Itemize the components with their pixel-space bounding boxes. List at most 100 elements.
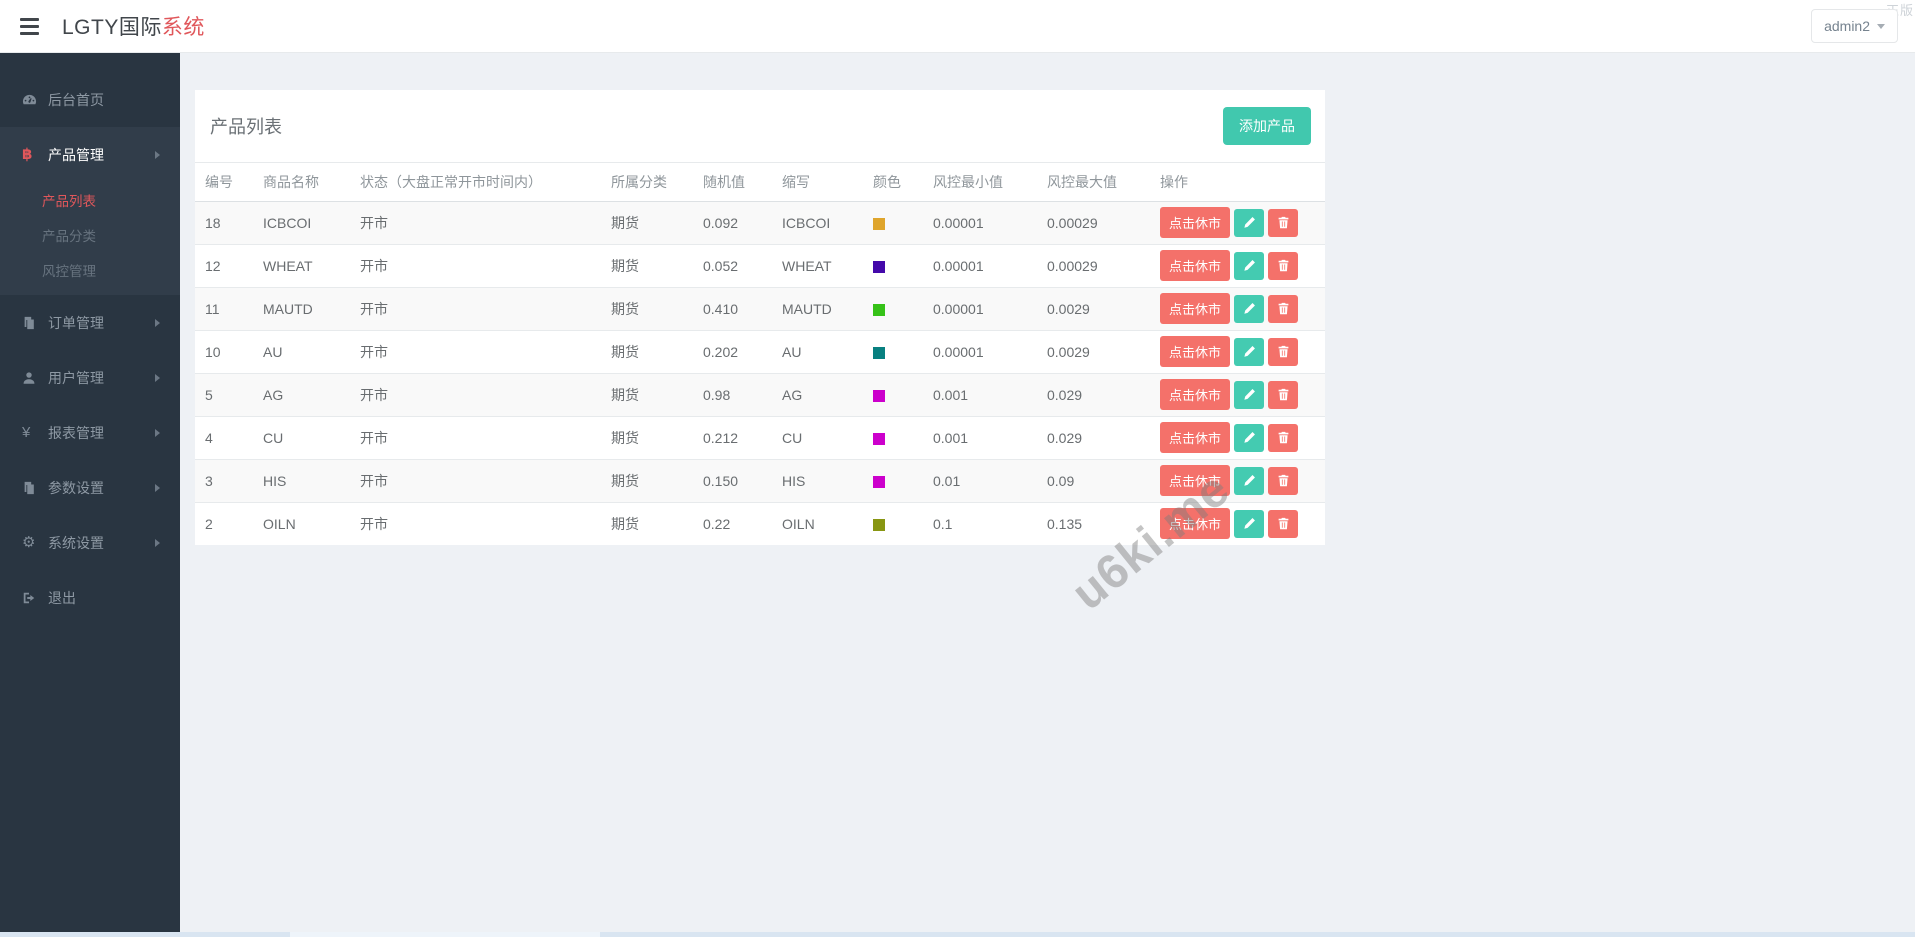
sidebar-item-logout[interactable]: 退出 [0,570,180,625]
close-market-button[interactable]: 点击休市 [1160,293,1230,324]
col-header-status: 状态（大盘正常开市时间内） [350,163,601,201]
pencil-icon [1243,388,1256,401]
add-product-button[interactable]: 添加产品 [1223,107,1311,145]
cell-category: 期货 [601,373,693,416]
cell-risk-min: 0.001 [923,373,1037,416]
close-market-button[interactable]: 点击休市 [1160,207,1230,238]
cell-risk-max: 0.0029 [1037,330,1150,373]
sidebar-item-parameters[interactable]: 参数设置 [0,460,180,515]
sidebar-subitem-product-category[interactable]: 产品分类 [0,217,180,252]
color-swatch [873,476,885,488]
edit-button[interactable] [1234,381,1264,409]
cell-actions: 点击休市 [1150,330,1325,373]
user-name: admin2 [1824,18,1870,34]
sidebar-subitem-product-list[interactable]: 产品列表 [0,182,180,217]
cell-abbr: OILN [772,502,863,545]
edit-button[interactable] [1234,295,1264,323]
delete-button[interactable] [1268,424,1298,452]
edit-button[interactable] [1234,424,1264,452]
sidebar-subitem-risk-management[interactable]: 风控管理 [0,252,180,287]
trash-icon [1277,216,1290,229]
pencil-icon [1243,345,1256,358]
close-market-button[interactable]: 点击休市 [1160,379,1230,410]
sidebar-item-users[interactable]: 用户管理 [0,350,180,405]
delete-button[interactable] [1268,252,1298,280]
cell-random-value: 0.150 [693,459,772,502]
scrollbar-thumb[interactable] [290,932,600,937]
table-row: 10 AU 开市 期货 0.202 AU 0.00001 0.0029 点击休市 [195,330,1325,373]
cell-status: 开市 [350,244,601,287]
close-market-button[interactable]: 点击休市 [1160,422,1230,453]
cell-actions: 点击休市 [1150,244,1325,287]
trash-icon [1277,345,1290,358]
cell-id: 3 [195,459,253,502]
edit-button[interactable] [1234,252,1264,280]
bitcoin-icon: ฿ [22,147,48,162]
delete-button[interactable] [1268,209,1298,237]
cell-id: 12 [195,244,253,287]
sidebar-item-label: 后台首页 [48,90,104,110]
delete-button[interactable] [1268,381,1298,409]
top-header: LGTY国际系统 正版 admin2 [0,0,1915,53]
cell-risk-min: 0.00001 [923,330,1037,373]
main-content: 产品列表 添加产品 编号 商品名称 状态（大盘正常开市时间内） 所属分类 随机值 [180,53,1915,932]
sidebar-item-product-management[interactable]: ฿ 产品管理 [0,127,180,182]
cell-id: 5 [195,373,253,416]
cell-id: 4 [195,416,253,459]
cell-abbr: AG [772,373,863,416]
sidebar-subitem-label: 风控管理 [42,260,96,280]
trash-icon [1277,302,1290,315]
sidebar-item-orders[interactable]: 订单管理 [0,295,180,350]
cell-product-name: CU [253,416,350,459]
user-dropdown[interactable]: admin2 [1811,9,1898,43]
logo-text-primary: LGTY国际 [62,16,162,39]
cell-product-name: HIS [253,459,350,502]
delete-button[interactable] [1268,467,1298,495]
sidebar-toggle-icon[interactable] [14,11,54,41]
edit-button[interactable] [1234,510,1264,538]
cell-risk-max: 0.029 [1037,373,1150,416]
sidebar-item-system-settings[interactable]: ⚙ 系统设置 [0,515,180,570]
cell-risk-max: 0.135 [1037,502,1150,545]
col-header-category: 所属分类 [601,163,693,201]
yen-icon: ¥ [22,425,48,440]
cell-actions: 点击休市 [1150,416,1325,459]
close-market-button[interactable]: 点击休市 [1160,250,1230,281]
trash-icon [1277,388,1290,401]
sidebar-item-home[interactable]: 后台首页 [0,72,180,127]
horizontal-scrollbar[interactable] [0,932,1915,937]
color-swatch [873,347,885,359]
user-icon [22,371,48,385]
cell-status: 开市 [350,201,601,244]
delete-button[interactable] [1268,510,1298,538]
cell-abbr: ICBCOI [772,201,863,244]
table-row: 11 MAUTD 开市 期货 0.410 MAUTD 0.00001 0.002… [195,287,1325,330]
cell-abbr: MAUTD [772,287,863,330]
dashboard-icon [22,92,48,107]
cell-product-name: OILN [253,502,350,545]
page-title: 产品列表 [210,113,282,139]
cell-color [863,416,923,459]
sidebar-subitem-label: 产品列表 [42,190,96,210]
color-swatch [873,390,885,402]
edit-button[interactable] [1234,338,1264,366]
edit-button[interactable] [1234,209,1264,237]
chevron-right-icon [155,151,160,159]
col-header-name: 商品名称 [253,163,350,201]
table-row: 5 AG 开市 期货 0.98 AG 0.001 0.029 点击休市 [195,373,1325,416]
sidebar: 后台首页 ฿ 产品管理 产品列表 产品分类 风控管理 订单管理 [0,53,180,932]
chevron-right-icon [155,374,160,382]
sidebar-item-label: 订单管理 [48,313,104,333]
cell-random-value: 0.202 [693,330,772,373]
close-market-button[interactable]: 点击休市 [1160,336,1230,367]
close-market-button[interactable]: 点击休市 [1160,508,1230,539]
edit-button[interactable] [1234,467,1264,495]
delete-button[interactable] [1268,295,1298,323]
logout-icon [22,591,48,605]
cell-actions: 点击休市 [1150,287,1325,330]
table-row: 18 ICBCOI 开市 期货 0.092 ICBCOI 0.00001 0.0… [195,201,1325,244]
close-market-button[interactable]: 点击休市 [1160,465,1230,496]
cell-random-value: 0.22 [693,502,772,545]
sidebar-item-reports[interactable]: ¥ 报表管理 [0,405,180,460]
delete-button[interactable] [1268,338,1298,366]
